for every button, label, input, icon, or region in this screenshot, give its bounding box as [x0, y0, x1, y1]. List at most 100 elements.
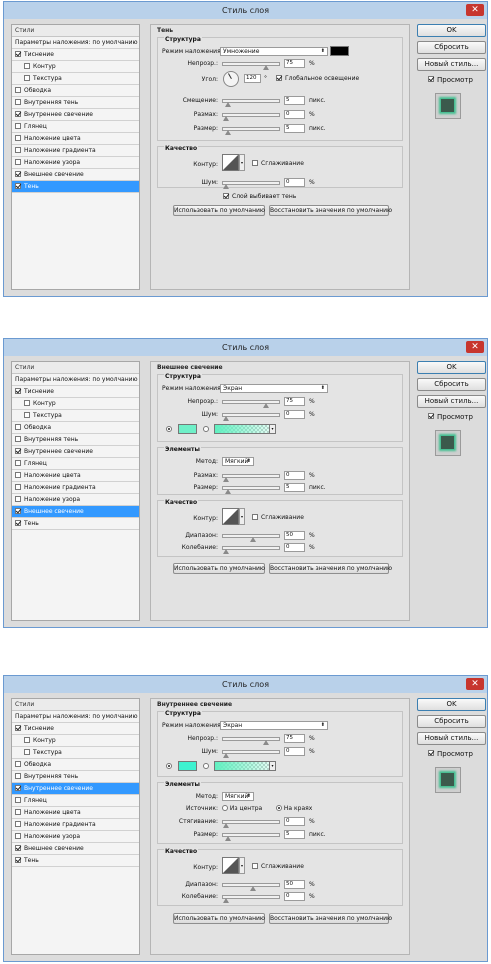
style-item-6[interactable]: Глянец	[12, 458, 139, 470]
style-item-checkbox[interactable]	[15, 796, 21, 803]
spread-input[interactable]: 0	[284, 110, 305, 119]
style-item-checkbox[interactable]	[15, 724, 21, 731]
style-item-checkbox[interactable]	[24, 399, 30, 406]
style-item-checkbox[interactable]	[15, 110, 21, 117]
style-item-2[interactable]: Текстура	[12, 410, 139, 422]
style-item-7[interactable]: Наложение цвета	[12, 470, 139, 482]
gradient-dropdown-button[interactable]: ▾	[269, 424, 276, 434]
style-item-0[interactable]: Тиснение	[12, 49, 139, 61]
style-item-9[interactable]: Наложение узора	[12, 157, 139, 169]
style-item-checkbox[interactable]	[15, 447, 21, 454]
style-item-checkbox[interactable]	[15, 784, 21, 791]
style-item-checkbox[interactable]	[24, 748, 30, 755]
glow-color-swatch[interactable]	[178, 424, 197, 434]
style-item-checkbox[interactable]	[15, 772, 21, 779]
range-input[interactable]: 50	[284, 880, 305, 889]
style-item-checkbox[interactable]	[15, 98, 21, 105]
blend-mode-select[interactable]: Умножение ⬍	[220, 47, 328, 56]
style-item-checkbox[interactable]	[15, 158, 21, 165]
antialias-checkbox[interactable]: Сглаживание	[252, 513, 304, 521]
spread-slider-thumb[interactable]	[223, 116, 229, 121]
size-input[interactable]: 5	[284, 830, 305, 839]
global-light-checkbox[interactable]: Глобальное освещение	[276, 74, 359, 82]
style-item-10[interactable]: Внешнее свечение	[12, 169, 139, 181]
style-item-checkbox[interactable]	[15, 435, 21, 442]
style-item-checkbox[interactable]	[15, 459, 21, 466]
style-item-10[interactable]: Внешнее свечение	[12, 506, 139, 518]
opacity-slider[interactable]	[222, 400, 280, 408]
style-item-checkbox[interactable]	[15, 146, 21, 153]
contour-picker[interactable]	[222, 154, 239, 171]
style-item-1[interactable]: Контур	[12, 735, 139, 747]
style-item-checkbox[interactable]	[15, 832, 21, 839]
style-item-3[interactable]: Обводка	[12, 85, 139, 97]
style-item-7[interactable]: Наложение цвета	[12, 807, 139, 819]
make-default-button[interactable]: Использовать по умолчанию	[173, 205, 265, 216]
jitter-input[interactable]: 0	[284, 892, 305, 901]
blending-options-item[interactable]: Параметры наложения: по умолчанию	[12, 37, 139, 49]
close-button[interactable]: ✕	[466, 341, 484, 353]
solid-color-radio[interactable]	[166, 763, 172, 769]
contour-dropdown-button[interactable]: ▾	[239, 508, 245, 525]
source-center-radio[interactable]: Из центра	[222, 804, 262, 812]
blending-options-item[interactable]: Параметры наложения: по умолчанию	[12, 711, 139, 723]
preview-checkbox[interactable]: Просмотр	[428, 750, 473, 758]
new-style-button[interactable]: Новый стиль...	[417, 58, 486, 71]
size-input[interactable]: 5	[284, 124, 305, 133]
new-style-button[interactable]: Новый стиль...	[417, 732, 486, 745]
noise-input[interactable]: 0	[284, 178, 305, 187]
close-button[interactable]: ✕	[466, 678, 484, 690]
angle-dial[interactable]	[223, 71, 239, 87]
jitter-slider-thumb[interactable]	[223, 898, 229, 903]
reset-button[interactable]: Сбросить	[417, 715, 486, 728]
shadow-color-swatch[interactable]	[330, 46, 349, 56]
contour-picker[interactable]	[222, 857, 239, 874]
opacity-input[interactable]: 75	[284, 397, 305, 406]
spread-slider[interactable]	[222, 474, 280, 482]
noise-slider-thumb[interactable]	[223, 416, 229, 421]
glow-gradient-picker[interactable]	[214, 424, 270, 434]
ok-button[interactable]: OK	[417, 698, 486, 711]
style-item-5[interactable]: Внутреннее свечение	[12, 783, 139, 795]
ok-button[interactable]: OK	[417, 24, 486, 37]
contour-dropdown-button[interactable]: ▾	[239, 857, 245, 874]
style-item-checkbox[interactable]	[15, 808, 21, 815]
style-item-checkbox[interactable]	[15, 844, 21, 851]
style-item-9[interactable]: Наложение узора	[12, 494, 139, 506]
opacity-slider[interactable]	[222, 737, 280, 745]
make-default-button[interactable]: Использовать по умолчанию	[173, 913, 265, 924]
style-item-checkbox[interactable]	[24, 411, 30, 418]
reset-button[interactable]: Сбросить	[417, 41, 486, 54]
reset-button[interactable]: Сбросить	[417, 378, 486, 391]
reset-to-default-button[interactable]: Восстановить значения по умолчанию	[269, 563, 392, 574]
new-style-button[interactable]: Новый стиль...	[417, 395, 486, 408]
glow-color-swatch[interactable]	[178, 761, 197, 771]
size-input[interactable]: 5	[284, 483, 305, 492]
gradient-radio[interactable]	[203, 763, 209, 769]
technique-select[interactable]: Мягкий ⬍	[222, 792, 254, 801]
style-item-0[interactable]: Тиснение	[12, 386, 139, 398]
style-item-7[interactable]: Наложение цвета	[12, 133, 139, 145]
style-item-checkbox[interactable]	[15, 423, 21, 430]
size-slider[interactable]	[222, 833, 280, 841]
style-item-checkbox[interactable]	[15, 134, 21, 141]
style-item-checkbox[interactable]	[15, 856, 21, 863]
size-slider-thumb[interactable]	[225, 130, 231, 135]
range-slider-thumb[interactable]	[250, 537, 256, 542]
noise-input[interactable]: 0	[284, 410, 305, 419]
style-item-1[interactable]: Контур	[12, 398, 139, 410]
spread-slider[interactable]	[222, 113, 280, 121]
noise-slider[interactable]	[222, 750, 280, 758]
distance-slider-thumb[interactable]	[225, 102, 231, 107]
noise-slider-thumb[interactable]	[223, 753, 229, 758]
contour-dropdown-button[interactable]: ▾	[239, 154, 245, 171]
spread-input[interactable]: 0	[284, 471, 305, 480]
gradient-radio[interactable]	[203, 426, 209, 432]
reset-to-default-button[interactable]: Восстановить значения по умолчанию	[269, 913, 392, 924]
jitter-slider[interactable]	[222, 895, 280, 903]
style-item-4[interactable]: Внутренняя тень	[12, 771, 139, 783]
range-slider-thumb[interactable]	[250, 886, 256, 891]
style-item-checkbox[interactable]	[15, 519, 21, 526]
reset-to-default-button[interactable]: Восстановить значения по умолчанию	[269, 205, 392, 216]
opacity-slider-thumb[interactable]	[263, 740, 269, 745]
